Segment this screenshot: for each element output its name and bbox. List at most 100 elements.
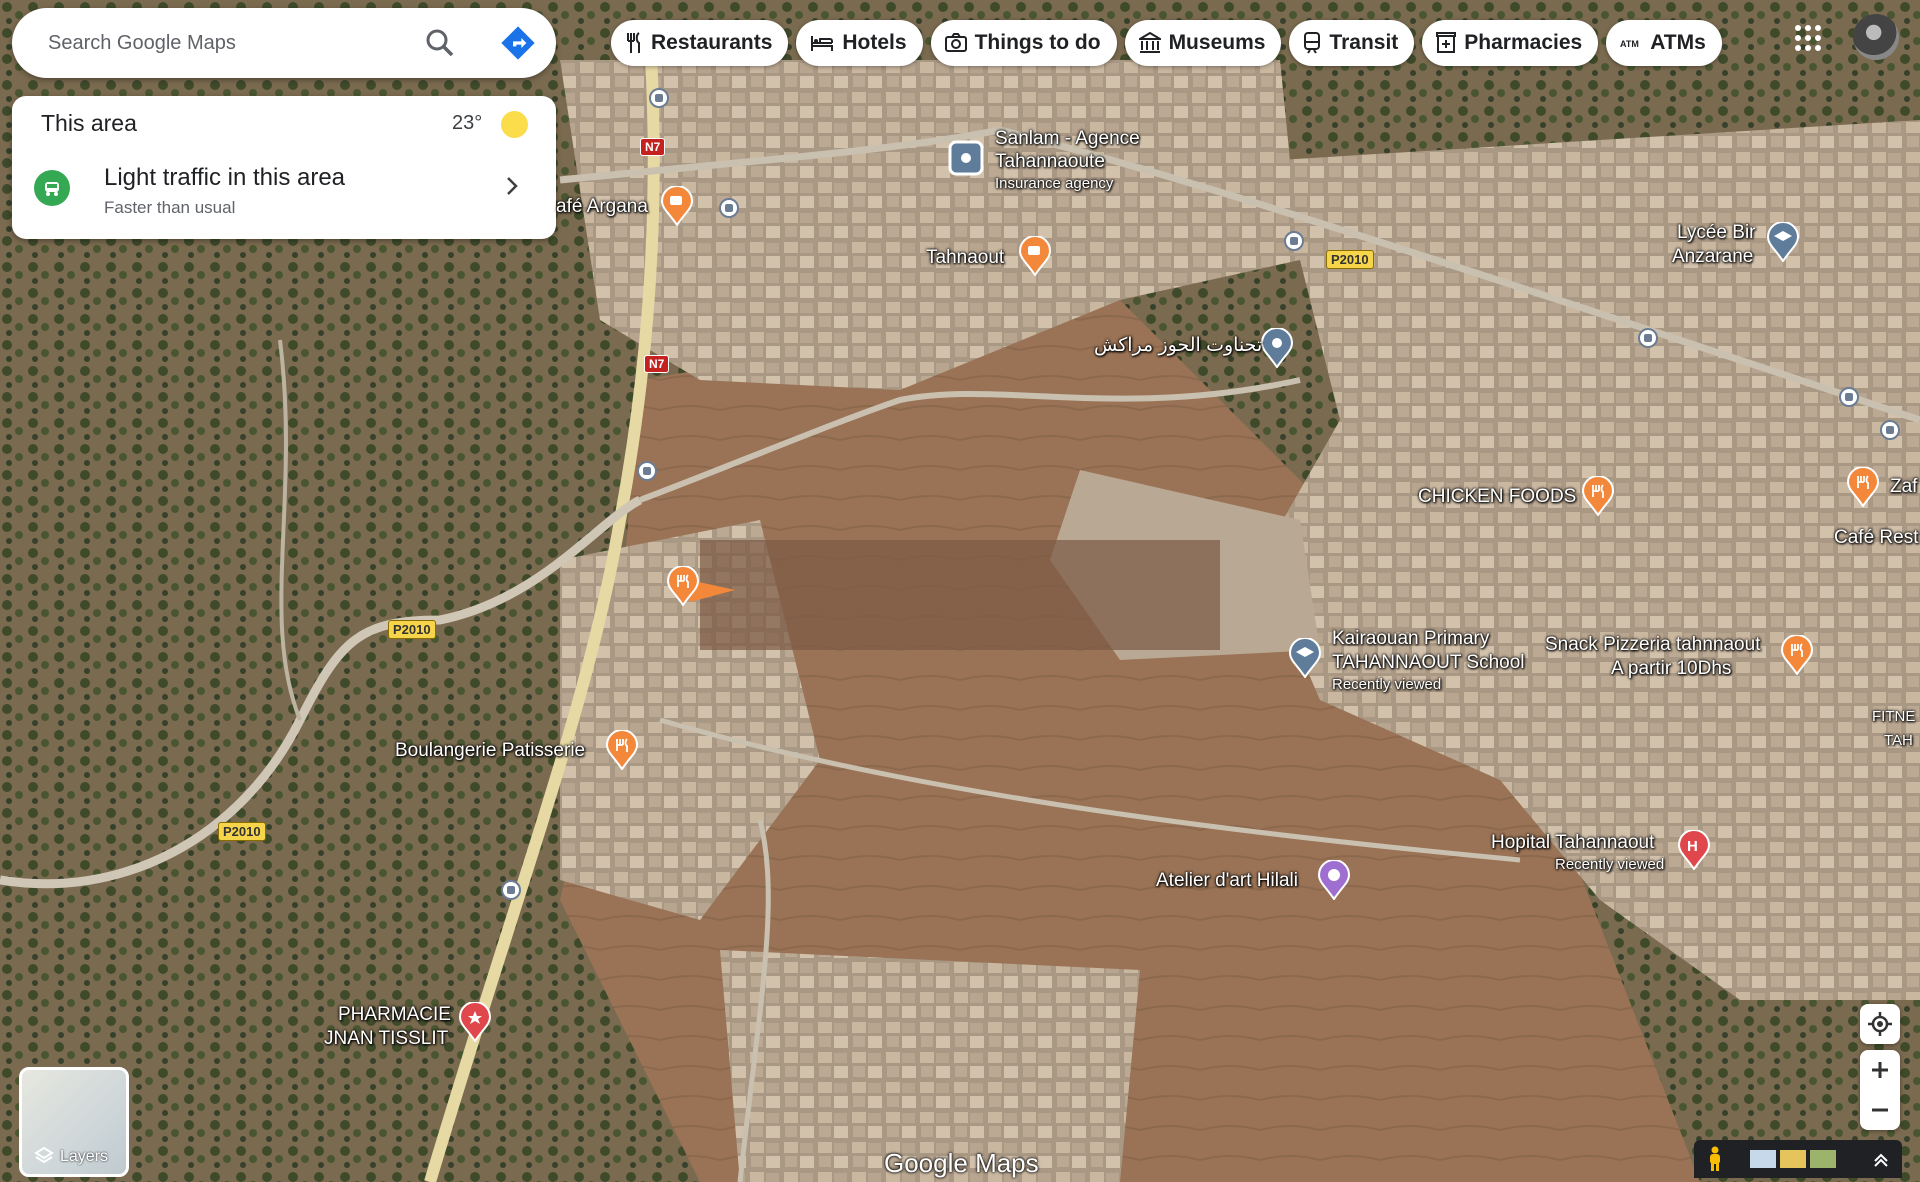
insurance-pin[interactable] (948, 140, 984, 176)
account-avatar[interactable] (1853, 14, 1899, 60)
traffic-subtitle: Faster than usual (104, 198, 236, 217)
place-label-kairaouan[interactable]: Kairaouan Primary (1332, 628, 1489, 650)
museum-icon (1138, 32, 1161, 53)
restaurant-pin[interactable] (1780, 635, 1814, 675)
chip-museums[interactable]: Museums (1124, 20, 1282, 66)
road-shield-n7: N7 (640, 138, 666, 156)
pegman-icon[interactable] (1706, 1146, 1724, 1172)
school-pin[interactable] (1765, 222, 1801, 262)
hospital-pin[interactable]: H (1676, 830, 1712, 870)
search-input[interactable] (46, 30, 410, 56)
map-type-satellite[interactable] (1810, 1150, 1836, 1168)
map-type-bar (1694, 1140, 1902, 1178)
transit-stop[interactable] (1880, 420, 1900, 440)
search-button[interactable] (422, 25, 458, 61)
chevron-up-icon[interactable] (1872, 1150, 1890, 1168)
search-bar (12, 8, 556, 78)
layers-button[interactable]: Layers (19, 1067, 129, 1177)
place-label-snack-pizzeria[interactable]: A partir 10Dhs (1611, 658, 1731, 680)
restaurant-pin[interactable] (1846, 467, 1880, 507)
chip-restaurants[interactable]: Restaurants (611, 20, 789, 66)
apps-grid-icon (1795, 25, 1821, 51)
school-pin[interactable] (1287, 638, 1323, 678)
place-label-lycee[interactable]: Anzarane (1672, 246, 1753, 268)
transit-stop[interactable] (649, 88, 669, 108)
atm-icon: ATM (1620, 39, 1639, 49)
area-title: This area (41, 110, 137, 136)
place-label-kairaouan[interactable]: TAHANNAOUT School (1332, 652, 1525, 674)
chip-label: Pharmacies (1464, 31, 1583, 54)
chip-transit[interactable]: Transit (1289, 20, 1415, 66)
directions-button[interactable] (498, 23, 538, 63)
place-label-chicken-foods[interactable]: CHICKEN FOODS (1418, 486, 1576, 508)
transit-stop[interactable] (637, 461, 657, 481)
place-label-pharmacie[interactable]: JNAN TISSLIT (324, 1028, 448, 1050)
place-label-lycee[interactable]: Lycée Bir (1677, 222, 1756, 244)
recently-viewed-label: Recently viewed (1555, 856, 1665, 873)
chip-atms[interactable]: ATM ATMs (1606, 20, 1722, 66)
chip-label: Restaurants (651, 31, 773, 54)
transit-stop[interactable] (1638, 328, 1658, 348)
place-label-fitness[interactable]: FITNE (1872, 708, 1915, 725)
restaurant-pin[interactable] (1581, 476, 1615, 516)
transit-stop[interactable] (501, 880, 521, 900)
fork-knife-icon (627, 32, 640, 53)
place-label-atelier[interactable]: Atelier d'art Hilali (1156, 870, 1298, 892)
chip-hotels[interactable]: Hotels (796, 20, 923, 66)
layers-icon (34, 1146, 54, 1164)
google-apps-button[interactable] (1794, 24, 1822, 52)
place-label-arabic[interactable]: تحناوت الحوز مراكش (1094, 335, 1262, 357)
sun-icon (501, 111, 528, 138)
transit-stop[interactable] (719, 198, 739, 218)
area-info-card: This area 23° Light traffic in this area… (12, 96, 556, 239)
map-type-terrain[interactable] (1780, 1150, 1806, 1168)
zoom-in-button[interactable] (1860, 1050, 1900, 1090)
place-label-sanlam[interactable]: Tahannaoute (995, 151, 1105, 173)
place-label-cafe-argana[interactable]: afé Argana (556, 196, 648, 218)
search-icon (426, 29, 454, 57)
art-gallery-pin[interactable] (1316, 860, 1352, 900)
road-shield-p2010: P2010 (388, 620, 436, 639)
traffic-row[interactable]: Light traffic in this area Faster than u… (12, 164, 556, 234)
pharmacy-pin[interactable] (457, 1002, 493, 1042)
place-label-snack-pizzeria[interactable]: Snack Pizzeria tahnnaout (1545, 634, 1760, 656)
restaurant-pin[interactable] (666, 566, 700, 606)
chip-label: Hotels (842, 31, 907, 54)
chip-label: Transit (1329, 31, 1399, 54)
road-shield-p2010: P2010 (218, 822, 266, 841)
chip-label: Things to do (974, 31, 1101, 54)
svg-text:H: H (1687, 838, 1698, 855)
place-label-pharmacie[interactable]: PHARMACIE (338, 1004, 451, 1026)
google-maps-logo: Google Maps (884, 1148, 1039, 1178)
place-label-zaf[interactable]: Zaf (1890, 476, 1917, 498)
category-chips: Restaurants Hotels Things to do Museums … (611, 20, 1722, 66)
road-shield-n7: N7 (644, 355, 670, 373)
directions-icon (501, 26, 535, 60)
traffic-title: Light traffic in this area (104, 164, 346, 191)
zoom-controls (1860, 1050, 1900, 1130)
transit-stop[interactable] (1839, 387, 1859, 407)
cafe-pin[interactable] (1018, 236, 1052, 276)
chip-pharmacies[interactable]: Pharmacies (1422, 20, 1599, 66)
chip-things-to-do[interactable]: Things to do (930, 20, 1117, 66)
car-icon (34, 170, 70, 206)
train-icon (1304, 32, 1321, 54)
transit-stop[interactable] (1284, 231, 1304, 251)
place-label-boulangerie[interactable]: Boulangerie Patisserie (395, 740, 585, 762)
location-pin[interactable] (1259, 328, 1295, 368)
zoom-out-button[interactable] (1860, 1090, 1900, 1130)
chevron-right-icon (507, 177, 518, 195)
place-label-tahnaout[interactable]: Tahnaout (926, 247, 1004, 269)
place-label-cafe-rest[interactable]: Café Rest (1834, 527, 1918, 549)
place-label-sanlam[interactable]: Sanlam - Agence (995, 128, 1140, 150)
place-label-hopital[interactable]: Hopital Tahannaout (1491, 832, 1654, 854)
my-location-button[interactable] (1860, 1004, 1900, 1044)
place-label-fitness[interactable]: TAH (1884, 732, 1913, 749)
road-shield-p2010: P2010 (1326, 250, 1374, 269)
cafe-pin[interactable] (660, 186, 694, 226)
restaurant-pin[interactable] (605, 730, 639, 770)
camera-icon (944, 33, 967, 52)
map-type-default[interactable] (1750, 1150, 1776, 1168)
minus-icon (1872, 1108, 1888, 1112)
layers-label: Layers (60, 1148, 109, 1165)
